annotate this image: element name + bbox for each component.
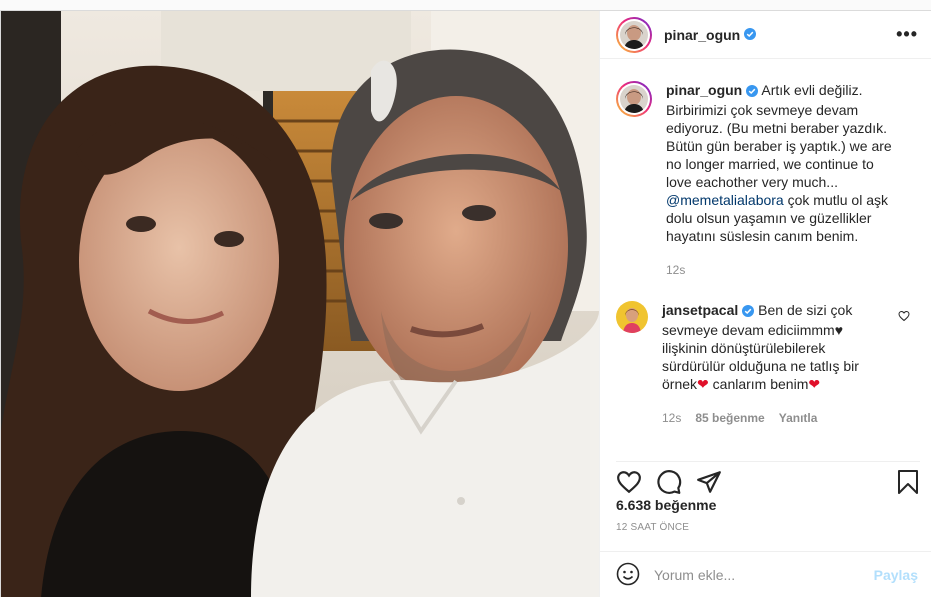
comment-time[interactable]: 12s: [662, 409, 681, 427]
post-header: pinar_ogun •••: [600, 11, 931, 59]
avatar-photo: [616, 301, 648, 333]
verified-badge-icon: [746, 83, 759, 101]
avatar-photo: [620, 85, 648, 113]
caption-avatar[interactable]: [616, 81, 652, 117]
likes-count[interactable]: 6.638 beğenme: [616, 497, 716, 513]
comment-input[interactable]: [654, 567, 874, 583]
caption-body: pinar_ogun Artık evli değiliz. Birbirimi…: [666, 81, 896, 279]
action-bar: [616, 461, 920, 501]
author-username[interactable]: pinar_ogun: [664, 27, 740, 43]
comment-icon[interactable]: [656, 469, 682, 498]
caption-text: Artık evli değiliz. Birbirimizi çok sevm…: [666, 82, 892, 190]
reply-button[interactable]: Yanıtla: [779, 409, 818, 427]
red-heart-emoji: ❤: [808, 376, 821, 392]
commenter-avatar[interactable]: [616, 301, 648, 333]
comment-item: jansetpacal Ben de sizi çok sevmeye deva…: [616, 301, 918, 427]
post-modal: pinar_ogun ••• pinar_ogun Artık evli değ…: [0, 10, 931, 597]
more-options-icon[interactable]: •••: [896, 24, 918, 45]
comment-like-icon[interactable]: [898, 309, 910, 325]
red-heart-emoji: ❤: [697, 376, 709, 392]
comment-likes[interactable]: 85 beğenme: [695, 409, 764, 427]
add-comment-bar: Paylaş: [600, 551, 931, 597]
verified-badge-icon: [742, 303, 755, 321]
caption-meta: 12s: [666, 261, 896, 279]
caption-username[interactable]: pinar_ogun: [666, 82, 742, 98]
commenter-username[interactable]: jansetpacal: [662, 302, 738, 318]
post-panel: pinar_ogun ••• pinar_ogun Artık evli değ…: [599, 11, 931, 597]
post-timestamp[interactable]: 12 SAAT ÖNCE: [616, 522, 689, 533]
caption-time[interactable]: 12s: [666, 261, 685, 279]
post-comment-button[interactable]: Paylaş: [874, 567, 918, 583]
comment-meta: 12s 85 beğenme Yanıtla: [662, 409, 892, 427]
post-photo[interactable]: [1, 11, 599, 597]
bookmark-icon[interactable]: [896, 469, 920, 498]
black-heart-emoji: ♥: [834, 322, 844, 338]
emoji-icon[interactable]: [616, 562, 640, 589]
mention-link[interactable]: @memetalialabora: [666, 192, 784, 208]
selfie-image: [1, 11, 599, 597]
caption: pinar_ogun Artık evli değiliz. Birbirimi…: [616, 81, 918, 279]
verified-badge-icon: [744, 27, 757, 43]
comment-text-3: canlarım benim: [712, 376, 809, 392]
heart-icon[interactable]: [616, 469, 642, 498]
comments-list: pinar_ogun Artık evli değiliz. Birbirimi…: [616, 81, 918, 427]
author-avatar[interactable]: [616, 16, 652, 53]
comment-body: jansetpacal Ben de sizi çok sevmeye deva…: [662, 301, 892, 427]
avatar-photo: [620, 20, 648, 49]
share-icon[interactable]: [696, 469, 722, 498]
